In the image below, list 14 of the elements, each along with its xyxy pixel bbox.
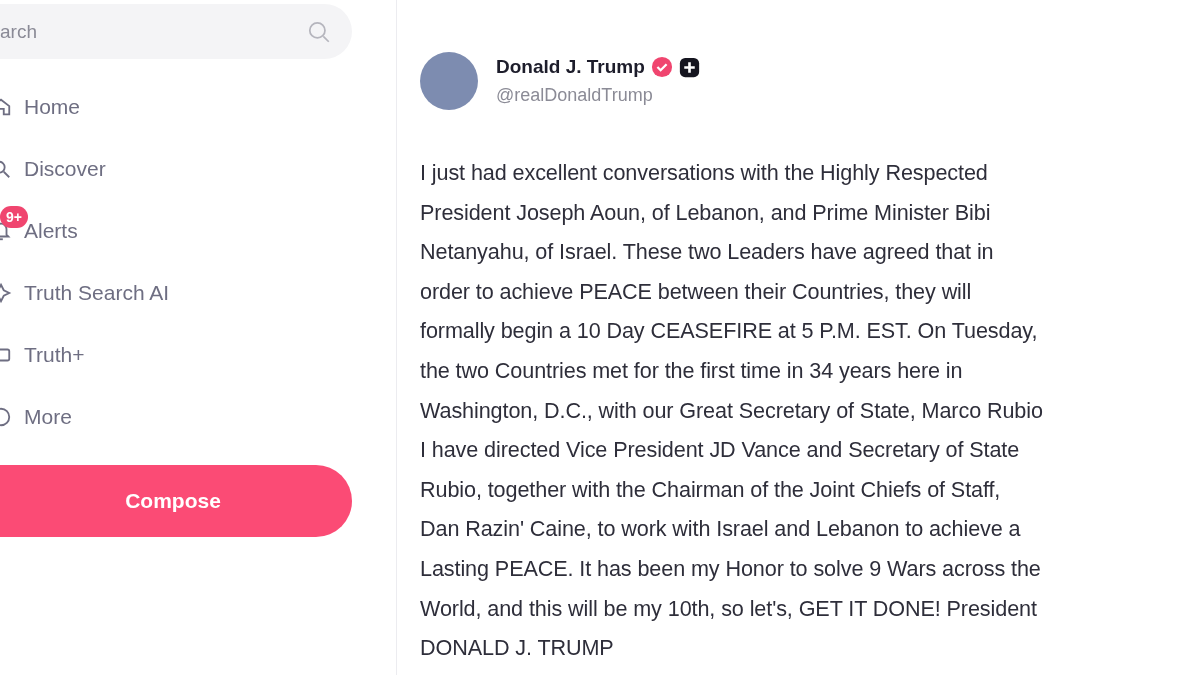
nav-item[interactable]: Truth+	[0, 324, 396, 386]
search-icon[interactable]	[306, 19, 332, 45]
nav-item[interactable]: Truth Search AI	[0, 262, 396, 324]
compose-button[interactable]: Compose	[0, 465, 352, 537]
notification-badge: 9+	[0, 206, 28, 228]
plus-icon	[678, 56, 700, 78]
post-text: I just had excellent conversations with the Highly Respected President Joseph Aoun, of Lebanon, and Prime Minister Bibi Netanyahu, of Israel. These two Leaders have agreed that in order to achieve PEACE between their Countries, they will formally begin a 10 Day CEASEFIRE at 5 P.M. EST. On Tuesday, the two Countries met for the first time in 34 years here in Washington, D.C., with our Great Secretary of State, Marco Rubio I have directed Vice President JD Vance and Secretary of State Rubio, together with the Chairman of the Joint Chiefs of Staff, Dan Razin' Caine, to work with Israel and Lebanon to achieve a Lasting PEACE. It has been my Honor to solve 9 Wars across the World, and this will be my 10th, so let's, GET IT DONE! President DONALD J. TRUMP	[420, 159, 1044, 663]
nav-item[interactable]: More	[0, 386, 396, 448]
author-handle: @realDonaldTrump	[496, 85, 654, 106]
avatar-placeholder	[420, 52, 478, 110]
author-name: Donald J. Trump	[496, 56, 645, 78]
nav-item[interactable]: Home	[0, 76, 396, 138]
nav-item[interactable]: Discover	[0, 138, 396, 200]
search-field[interactable]: arch	[0, 4, 352, 59]
